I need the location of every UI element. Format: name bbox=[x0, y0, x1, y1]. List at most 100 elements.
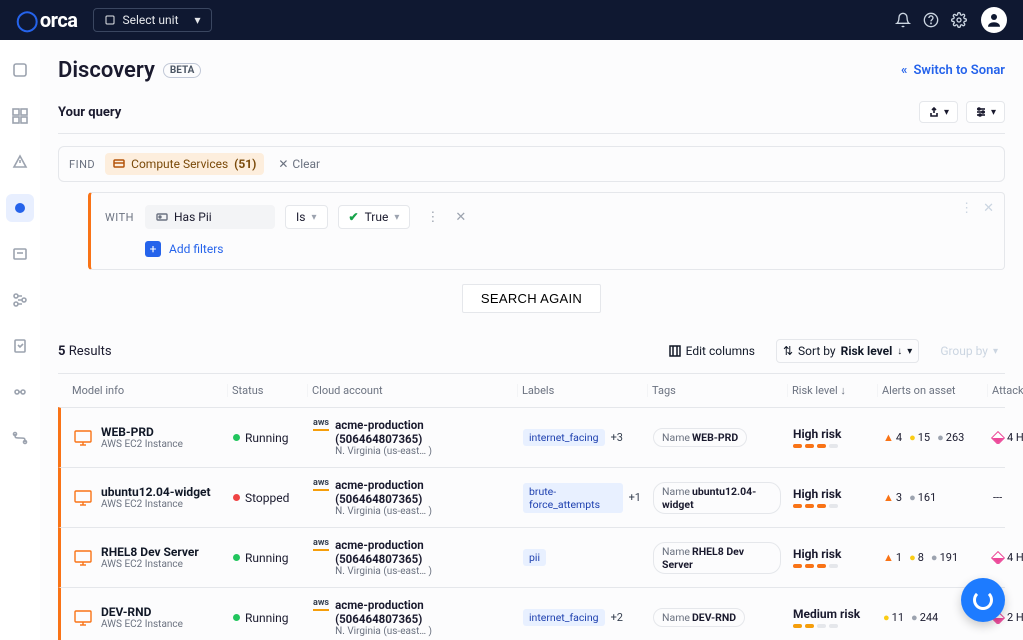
sidebar-item-9[interactable] bbox=[6, 424, 34, 452]
sidebar-item-5[interactable] bbox=[6, 240, 34, 268]
col-paths: Attack Paths bbox=[988, 384, 1023, 397]
beta-badge: BETA bbox=[163, 63, 202, 78]
row-cloud: awsacme-production (506464807365)N. Virg… bbox=[307, 478, 517, 517]
row-paths: --- bbox=[987, 491, 1023, 504]
row-tags: NameDEV-RND bbox=[647, 608, 787, 627]
row-paths: 4 High In bbox=[987, 431, 1023, 444]
sidebar bbox=[0, 40, 40, 640]
with-label: WITH bbox=[105, 211, 135, 224]
settings-button[interactable]: ▾ bbox=[966, 101, 1005, 123]
row-risk: High risk bbox=[787, 547, 877, 568]
double-chevron-left-icon: « bbox=[901, 63, 907, 78]
diamond-icon bbox=[991, 431, 1005, 444]
table-row[interactable]: WEB-PRDAWS EC2 Instance Runningawsacme-pr… bbox=[58, 407, 1005, 467]
page-title: Discovery bbox=[58, 58, 155, 83]
row-cloud: awsacme-production (506464807365)N. Virg… bbox=[307, 538, 517, 577]
row-tags: NameWEB-PRD bbox=[647, 428, 787, 447]
row-labels: brute-force_attempts+1 bbox=[517, 483, 647, 513]
sidebar-item-1[interactable] bbox=[6, 56, 34, 84]
sidebar-item-6[interactable] bbox=[6, 286, 34, 314]
vm-icon bbox=[73, 608, 93, 628]
row-name: WEB-PRD bbox=[101, 425, 183, 439]
aws-icon: aws bbox=[313, 418, 329, 431]
row-labels: internet_facing+2 bbox=[517, 609, 647, 626]
close-icon[interactable]: ✕ bbox=[983, 201, 994, 216]
row-status: Stopped bbox=[227, 491, 307, 505]
find-row: FIND Compute Services (51) ✕ Clear bbox=[58, 146, 1005, 182]
brand-logo: ◯orca bbox=[16, 8, 77, 32]
row-sub: AWS EC2 Instance bbox=[101, 499, 211, 510]
row-sub: AWS EC2 Instance bbox=[101, 559, 199, 570]
with-box: ⋮ ✕ WITH Has Pii Is▾ ✔True▾ ⋮ ✕ + Add fi… bbox=[88, 192, 1005, 270]
search-again-button[interactable]: SEARCH AGAIN bbox=[462, 284, 601, 313]
col-alerts: Alerts on asset bbox=[878, 384, 988, 397]
col-labels: Labels bbox=[518, 384, 648, 397]
sidebar-item-3[interactable] bbox=[6, 148, 34, 176]
col-cloud: Cloud account bbox=[308, 384, 518, 397]
table-row[interactable]: DEV-RNDAWS EC2 InstanceRunningawsacme-pr… bbox=[58, 587, 1005, 640]
row-cloud: awsacme-production (506464807365)N. Virg… bbox=[307, 598, 517, 637]
clear-button[interactable]: ✕ Clear bbox=[278, 157, 320, 171]
col-tags: Tags bbox=[648, 384, 788, 397]
row-tags: Nameubuntu12.04-widget bbox=[647, 482, 787, 514]
aws-icon: aws bbox=[313, 538, 329, 551]
chat-fab[interactable] bbox=[961, 578, 1005, 622]
with-more-icon[interactable]: ⋮ bbox=[426, 210, 439, 225]
group-by[interactable]: Group by ▾ bbox=[933, 339, 1005, 363]
row-sub: AWS EC2 Instance bbox=[101, 619, 183, 630]
sidebar-item-discovery[interactable] bbox=[6, 194, 34, 222]
with-op[interactable]: Is▾ bbox=[285, 205, 328, 229]
row-tags: NameRHEL8 Dev Server bbox=[647, 542, 787, 574]
your-query-label: Your query bbox=[58, 105, 121, 120]
export-button[interactable]: ▾ bbox=[919, 101, 958, 123]
topbar: ◯orca Select unit ▾ bbox=[0, 0, 1023, 40]
add-filters[interactable]: + Add filters bbox=[145, 241, 990, 257]
sidebar-item-8[interactable] bbox=[6, 378, 34, 406]
unit-selector[interactable]: Select unit ▾ bbox=[93, 8, 211, 32]
bell-icon[interactable] bbox=[889, 6, 917, 34]
with-remove-icon[interactable]: ✕ bbox=[455, 210, 466, 225]
row-risk: High risk bbox=[787, 487, 877, 508]
aws-icon: aws bbox=[313, 598, 329, 611]
vm-icon bbox=[73, 428, 93, 448]
help-icon[interactable] bbox=[917, 6, 945, 34]
col-status: Status bbox=[228, 384, 308, 397]
table-row[interactable]: RHEL8 Dev ServerAWS EC2 InstanceRunninga… bbox=[58, 527, 1005, 587]
vm-icon bbox=[73, 488, 93, 508]
with-field[interactable]: Has Pii bbox=[145, 205, 275, 229]
row-status: Running bbox=[227, 431, 307, 445]
gear-icon[interactable] bbox=[945, 6, 973, 34]
col-risk: Risk level ↓ bbox=[788, 384, 878, 397]
row-labels: internet_facing+3 bbox=[517, 429, 647, 446]
find-label: FIND bbox=[69, 158, 95, 171]
with-value[interactable]: ✔True▾ bbox=[338, 205, 411, 229]
results-table: Model info Status Cloud account Labels T… bbox=[58, 373, 1005, 640]
row-cloud: awsacme-production (506464807365)N. Virg… bbox=[307, 418, 517, 457]
row-alerts: ▲1●8●191 bbox=[877, 551, 987, 564]
plus-icon: + bbox=[145, 241, 161, 257]
find-chip[interactable]: Compute Services (51) bbox=[105, 153, 264, 175]
row-alerts: ▲3●161 bbox=[877, 491, 987, 504]
edit-columns[interactable]: Edit columns bbox=[662, 339, 762, 363]
vm-icon bbox=[73, 548, 93, 568]
row-status: Running bbox=[227, 551, 307, 565]
diamond-icon bbox=[991, 551, 1005, 564]
avatar[interactable] bbox=[981, 7, 1007, 33]
row-name: RHEL8 Dev Server bbox=[101, 545, 199, 559]
col-model: Model info bbox=[68, 384, 228, 397]
main: Discovery BETA « Switch to Sonar Your qu… bbox=[40, 40, 1023, 640]
row-risk: Medium risk bbox=[787, 607, 877, 628]
table-row[interactable]: ubuntu12.04-widgetAWS EC2 InstanceStoppe… bbox=[58, 467, 1005, 527]
row-status: Running bbox=[227, 611, 307, 625]
row-sub: AWS EC2 Instance bbox=[101, 439, 183, 450]
results-count: 5 bbox=[58, 344, 65, 359]
more-icon[interactable]: ⋮ bbox=[960, 201, 973, 216]
row-alerts: ▲4●15●263 bbox=[877, 431, 987, 444]
sort-by[interactable]: ⇅Sort by Risk level ↓ ▾ bbox=[776, 339, 919, 363]
sidebar-item-2[interactable] bbox=[6, 102, 34, 130]
sidebar-item-7[interactable] bbox=[6, 332, 34, 360]
row-labels: pii bbox=[517, 549, 647, 566]
aws-icon: aws bbox=[313, 478, 329, 491]
switch-to-sonar[interactable]: « Switch to Sonar bbox=[901, 63, 1005, 78]
row-paths: 4 High In bbox=[987, 551, 1023, 564]
